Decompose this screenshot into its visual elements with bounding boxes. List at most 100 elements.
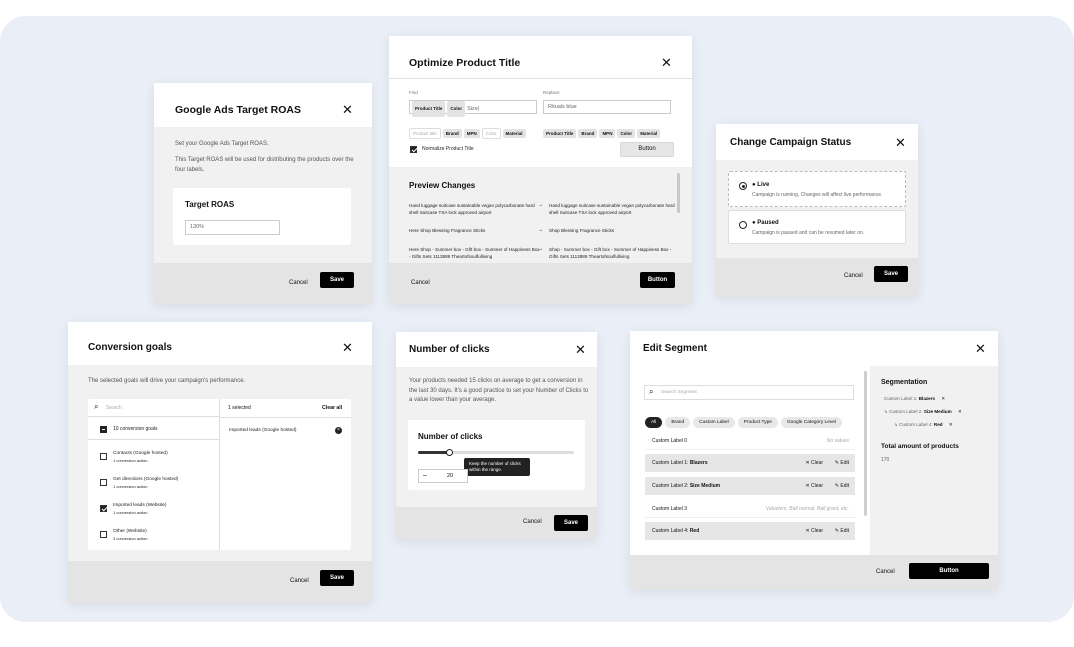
segment-rows: Custom Label 0 No values Custom Label 1: … <box>645 432 855 552</box>
close-icon[interactable]: ✕ <box>895 136 906 149</box>
close-icon[interactable]: ✕ <box>575 343 586 356</box>
slider-handle[interactable] <box>446 449 454 456</box>
save-button[interactable]: Save <box>320 272 354 288</box>
goal-checkbox[interactable] <box>100 479 107 486</box>
arrow-icon: → <box>538 227 544 233</box>
normalize-checkbox[interactable] <box>410 146 417 153</box>
decrement-button[interactable]: – <box>423 472 427 479</box>
tree-node: ↳ Custom Label 4: Red ✕ <box>894 422 953 427</box>
preview-to: Shop - Summer box - Gift box - Summer of… <box>549 247 672 259</box>
find-chip[interactable]: Color <box>447 101 466 117</box>
clear-button[interactable]: ✕ Clear <box>805 477 823 495</box>
radio-live[interactable] <box>739 182 747 190</box>
preview-to: Shop Blessing Fragrance Sticks <box>549 228 615 233</box>
remove-icon[interactable]: ✕ <box>958 409 962 414</box>
search-icon: ⌕ <box>649 387 654 396</box>
divider <box>389 78 692 79</box>
clear-button[interactable]: ✕ Clear <box>805 522 823 540</box>
segment-row[interactable]: Custom Label 2: Size Medium ✕ Clear ✎ Ed… <box>645 477 855 495</box>
search-box[interactable]: ⌕ Search Segment <box>644 385 854 400</box>
preview-panel: Preview Changes Hand luggage suitcase su… <box>389 167 692 263</box>
right-divider <box>220 417 351 418</box>
token-chip[interactable]: Material <box>502 129 526 138</box>
status-option-paused[interactable]: ● Paused Campaign is paused and can be r… <box>728 210 906 244</box>
radio-paused[interactable] <box>739 221 747 229</box>
cancel-button[interactable]: Cancel <box>844 273 863 279</box>
goal-name: Contacts (Google hosted) <box>113 451 168 456</box>
token-chip[interactable]: Brand <box>442 129 462 138</box>
modal-title: Conversion goals <box>88 342 172 353</box>
filter-pill[interactable]: Custom Label <box>693 417 735 428</box>
action-button[interactable]: Button <box>620 142 674 157</box>
token-chip[interactable]: MPN <box>463 129 480 138</box>
group-checkbox[interactable] <box>100 426 107 433</box>
clear-all-link[interactable]: Clear all <box>322 405 342 411</box>
footer-button[interactable]: Button <box>640 272 675 288</box>
goal-checkbox[interactable] <box>100 453 107 460</box>
modal-title: Edit Segment <box>643 343 707 354</box>
token-chip[interactable]: Brand <box>578 129 598 138</box>
edit-button[interactable]: ✎ Edit <box>835 522 849 540</box>
close-icon[interactable]: ✕ <box>342 103 353 116</box>
modal-title: Number of clicks <box>409 344 490 355</box>
remove-icon[interactable]: ✕ <box>949 422 953 427</box>
modal-body: Your products needed 15 clicks on averag… <box>396 367 597 507</box>
close-icon[interactable]: ✕ <box>661 56 672 69</box>
modal-footer: Cancel Save <box>396 507 597 540</box>
filter-pill-all[interactable]: All <box>645 417 663 428</box>
filter-pill[interactable]: Google Category Level <box>780 417 843 428</box>
scrollbar[interactable] <box>677 173 680 213</box>
status-option-live[interactable]: ● Live Campaign is running. Changes will… <box>728 171 906 207</box>
segment-row[interactable]: Custom Label 3 Valuelem, Ball normal, Bal… <box>645 500 855 518</box>
find-chip[interactable]: Product Title <box>412 101 446 117</box>
scrollbar[interactable] <box>864 371 867 516</box>
status-desc: Campaign is running. Changes will affect… <box>752 192 883 198</box>
arrow-icon: → <box>538 246 544 252</box>
replace-input[interactable]: Rituals blue <box>543 100 671 114</box>
remove-icon[interactable]: × <box>335 427 342 434</box>
replace-label: Replace <box>543 90 560 95</box>
token-chip[interactable]: Color <box>481 128 501 139</box>
edit-button[interactable]: ✎ Edit <box>835 454 849 472</box>
target-roas-input[interactable]: 130% <box>185 220 280 235</box>
close-icon[interactable]: ✕ <box>975 342 986 355</box>
token-chip[interactable]: MPN <box>599 129 616 138</box>
segment-row[interactable]: Custom Label 1: Blazers ✕ Clear ✎ Edit <box>645 454 855 472</box>
filter-pill[interactable]: Product Type <box>737 417 778 428</box>
find-value: Size| <box>467 106 480 112</box>
save-button[interactable]: Save <box>554 515 588 531</box>
token-chip[interactable]: Color <box>617 129 636 138</box>
total-value: 170 <box>881 457 890 463</box>
segment-row[interactable]: Custom Label 0 No values <box>645 432 855 450</box>
filter-pill[interactable]: Brand <box>665 417 691 428</box>
cancel-button[interactable]: Cancel <box>523 519 542 525</box>
search-box[interactable]: ⌕ Search <box>88 399 219 417</box>
clear-button[interactable]: ✕ Clear <box>805 454 823 472</box>
remove-icon[interactable]: ✕ <box>941 396 945 401</box>
cancel-button[interactable]: Cancel <box>290 578 309 584</box>
close-icon[interactable]: ✕ <box>342 341 353 354</box>
preview-from: Here Shop - Summer box - Gift box - Summ… <box>409 247 540 259</box>
arrow-icon: → <box>538 202 544 208</box>
save-button[interactable]: Save <box>320 570 354 586</box>
token-chip[interactable]: Product title <box>409 128 441 139</box>
edit-button[interactable]: ✎ Edit <box>835 477 849 495</box>
cancel-button[interactable]: Cancel <box>411 280 430 286</box>
footer-button[interactable]: Button <box>909 563 989 579</box>
find-input[interactable]: Product Title Color Size| <box>409 100 537 117</box>
tree-node: Custom Label 1: Blazers ✕ <box>884 396 946 401</box>
cancel-button[interactable]: Cancel <box>289 280 308 286</box>
token-chip[interactable]: Product Title <box>543 129 577 138</box>
slider-track[interactable] <box>418 449 574 456</box>
group-label: 10 conversion goals <box>113 426 158 432</box>
goal-checkbox[interactable] <box>100 505 107 512</box>
save-button[interactable]: Save <box>874 266 908 282</box>
cancel-button[interactable]: Cancel <box>876 569 895 575</box>
segment-row[interactable]: Custom Label 4: Red ✕ Clear ✎ Edit <box>645 522 855 540</box>
goal-checkbox[interactable] <box>100 531 107 538</box>
goals-modal: Conversion goals ✕ The selected goals wi… <box>68 322 372 603</box>
status-label: ● Paused <box>752 220 779 226</box>
roas-description: This Target ROAS will be used for distri… <box>175 157 354 173</box>
stepper-input[interactable]: – 20 <box>418 469 468 483</box>
token-chip[interactable]: Material <box>637 129 661 138</box>
